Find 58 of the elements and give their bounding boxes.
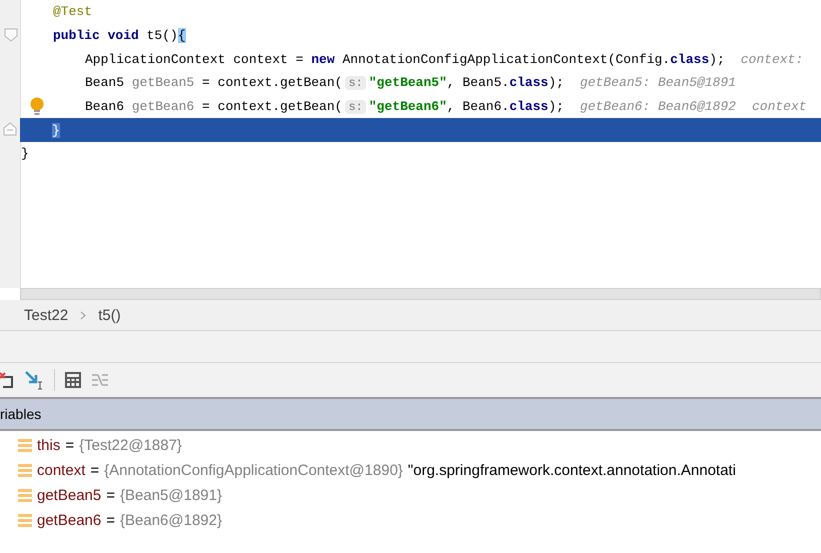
calculator-icon[interactable] [65,372,81,388]
variable-value: {AnnotationConfigApplicationContext@1890} [104,462,403,479]
lightbulb-icon[interactable] [29,96,45,116]
variable-value: {Bean5@1891} [120,487,222,504]
code-token: t5() [146,28,178,44]
inline-value: context [752,99,807,114]
code-token: ); [709,52,725,67]
code-token: "getBean5" [368,75,447,90]
code-token: class [509,75,548,90]
chevron-icon [80,310,86,320]
parameter-hint: s: [345,76,366,90]
code-token: getBean6 [132,99,194,114]
code-token: getBean5 [132,75,194,90]
field-icon [18,464,32,478]
variable-value: {Test22@1887} [79,437,182,454]
code-token: Bean6 [85,99,126,114]
equals-sign: = [106,512,115,529]
code-token: = context.getBean( [201,75,342,90]
parameter-hint: s: [345,100,366,114]
code-token: class [509,99,548,114]
variable-name: getBean5 [37,487,102,504]
code-token: new [311,52,335,67]
variable-name: context [37,462,86,479]
code-token: "getBean6" [368,99,447,114]
drop-frame-icon[interactable] [0,371,14,389]
code-token: } [21,146,29,162]
variable-name: this [37,437,60,454]
breadcrumb-item[interactable]: Test22 [24,306,68,324]
field-icon [18,514,32,528]
equals-sign: = [65,437,74,454]
inline-value: getBean6: Bean6@1892 [580,99,736,114]
variable-detail: "org.springframework.context.annotation.Annotati [408,462,736,479]
equals-sign: = [106,487,115,504]
code-token: Bean5 [85,75,126,90]
equals-sign: = [90,462,100,479]
breadcrumb-item[interactable]: t5() [98,306,121,324]
inline-value: context: [740,52,804,67]
inline-value: getBean5: Bean5@1891 [580,75,736,90]
code-token: = context.getBean( [201,99,342,114]
code-token: @Test [53,4,92,20]
variable-name: getBean6 [37,512,102,529]
run-to-cursor-icon[interactable] [24,370,44,390]
streams-icon[interactable] [91,372,109,388]
code-token: , Bean5. [446,75,510,90]
code-token: } [52,122,60,138]
code-token: ); [548,99,564,114]
panel-title: riables [0,406,42,422]
code-token: public void [53,28,139,44]
code-token: { [178,28,186,44]
code-token: ApplicationContext context = [85,52,304,67]
field-icon [18,438,32,452]
code-token: AnnotationConfigApplicationContext(Config. [341,52,670,67]
field-icon [18,488,32,502]
code-token: ); [548,75,564,90]
code-token: class [670,52,710,67]
code-token: , Bean6. [446,99,510,114]
variable-value: {Bean6@1892} [120,512,222,529]
horizontal-scrollbar[interactable] [20,288,821,300]
